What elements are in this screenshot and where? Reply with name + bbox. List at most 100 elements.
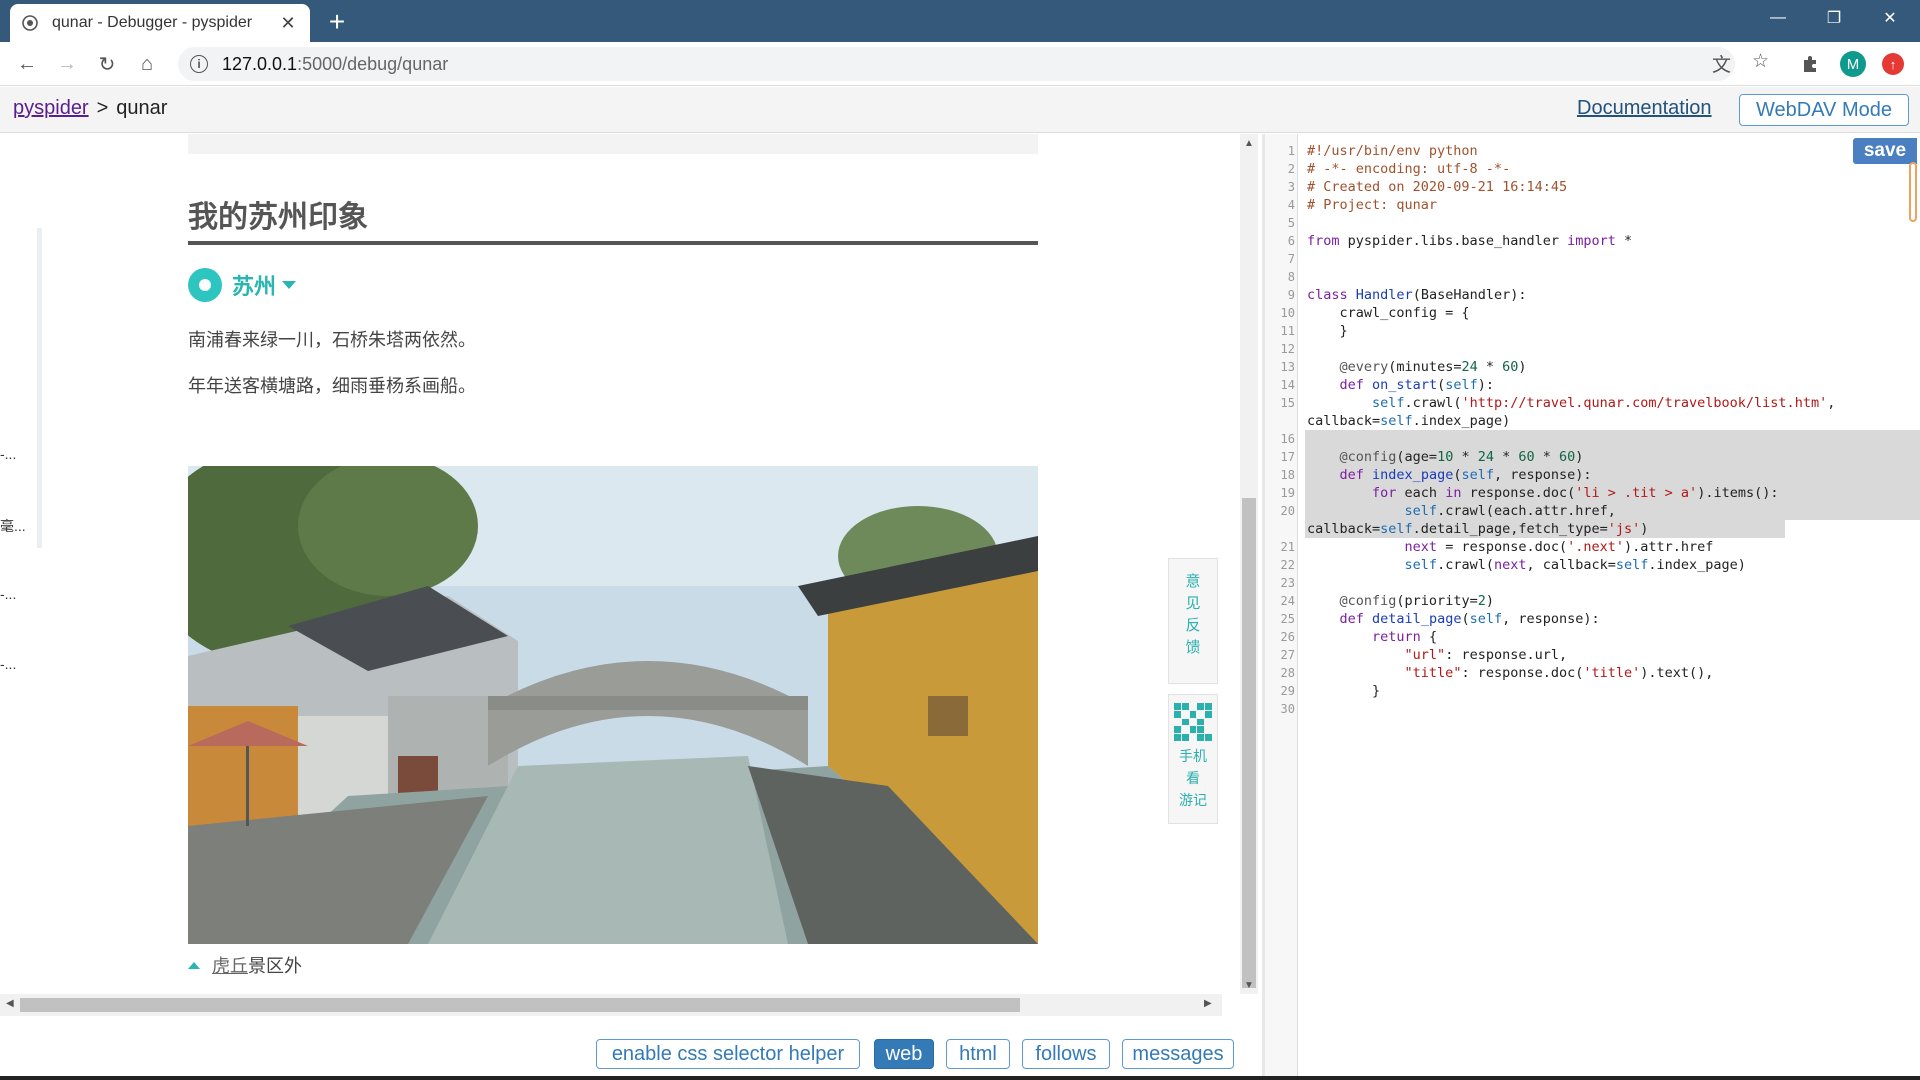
translate-icon[interactable]: 文	[1712, 50, 1731, 77]
update-icon[interactable]: ↑	[1882, 53, 1904, 75]
code-line: 11 }	[1265, 322, 1920, 340]
caret-down-icon	[282, 281, 297, 289]
code-editor[interactable]: 1 #!/usr/bin/env python 2 # -*- encoding: u…	[1265, 134, 1920, 1076]
window-bottom-edge	[0, 1076, 1920, 1080]
scroll-up-icon[interactable]: ▲	[1240, 138, 1258, 149]
browser-tab[interactable]: qunar - Debugger - pyspider ✕	[10, 4, 310, 42]
webdav-mode-button[interactable]: WebDAV Mode	[1739, 94, 1909, 126]
code-line: 15 self.crawl('http://travel.qunar.com/t…	[1265, 394, 1920, 412]
code-line: 25 def detail_page(self, response):	[1265, 610, 1920, 628]
css-selector-helper-button[interactable]: enable css selector helper	[596, 1039, 860, 1069]
line-number: 13	[1280, 360, 1295, 374]
line-number: 4	[1287, 198, 1295, 212]
scroll-left-icon[interactable]: ◀	[6, 998, 14, 1009]
scroll-right-icon[interactable]: ▶	[1204, 998, 1212, 1009]
profile-avatar[interactable]: M	[1840, 51, 1866, 77]
line-number: 26	[1280, 630, 1295, 644]
location-tag[interactable]: 苏州	[188, 268, 297, 302]
tab-follows[interactable]: follows	[1022, 1039, 1110, 1069]
close-window-icon[interactable]: ✕	[1862, 0, 1918, 36]
preview-button-bar: enable css selector helper web html foll…	[0, 1016, 1262, 1076]
url-bar[interactable]: i 127.0.0.1:5000/debug/qunar	[178, 47, 1735, 81]
code-line: 1 #!/usr/bin/env python	[1265, 142, 1920, 160]
photo-caption: 虎丘 景区外	[188, 952, 302, 978]
scrollbar-thumb[interactable]	[1242, 498, 1256, 988]
tab-html[interactable]: html	[946, 1039, 1010, 1069]
forward-icon[interactable]: →	[52, 49, 82, 79]
code-line: 13 @every(minutes=24 * 60)	[1265, 358, 1920, 376]
code-line: 8	[1265, 268, 1920, 286]
feedback-char: 意	[1185, 573, 1201, 590]
line-number: 22	[1280, 558, 1295, 572]
line-number: 3	[1287, 180, 1295, 194]
code-line: 18 def index_page(self, response):	[1265, 466, 1920, 484]
scroll-down-icon[interactable]: ▼	[1240, 980, 1258, 991]
code-line: 21 next = response.doc('.next').attr.hre…	[1265, 538, 1920, 556]
feedback-char: 反	[1185, 617, 1201, 634]
line-number: 18	[1280, 468, 1295, 482]
line-number: 17	[1280, 450, 1295, 464]
site-info-icon[interactable]: i	[190, 55, 208, 73]
code-text: # -*- encoding: utf-8 -*-	[1307, 161, 1511, 177]
scrollbar-thumb[interactable]	[20, 998, 1020, 1012]
code-line: 9 class Handler(BaseHandler):	[1265, 286, 1920, 304]
code-text: # Project: qunar	[1307, 197, 1438, 213]
feedback-side-button[interactable]: 意 见 反 馈	[1168, 558, 1218, 684]
tab-title: qunar - Debugger - pyspider	[52, 14, 253, 31]
address-toolbar: ← → ↻ ⌂ i 127.0.0.1:5000/debug/qunar 文 ☆	[0, 42, 1920, 86]
code-line: 10 crawl_config = {	[1265, 304, 1920, 322]
pyspider-favicon-icon	[22, 15, 38, 31]
code-line: 27 "url": response.url,	[1265, 646, 1920, 664]
line-number: 2	[1287, 162, 1295, 176]
line-number: 25	[1280, 612, 1295, 626]
tab-web[interactable]: web	[874, 1039, 934, 1069]
breadcrumb-pyspider-link[interactable]: pyspider	[13, 97, 89, 119]
mobile-label: 看	[1186, 770, 1200, 786]
mobile-label: 游记	[1179, 792, 1207, 808]
line-number: 9	[1287, 288, 1295, 302]
line-number: 12	[1280, 342, 1295, 356]
city-name: 苏州	[232, 274, 277, 299]
editor-scroll-indicator[interactable]	[1909, 162, 1917, 222]
line-number: 5	[1287, 216, 1295, 230]
back-icon[interactable]: ←	[12, 49, 42, 79]
preview-vertical-scrollbar[interactable]: ▲ ▼	[1240, 134, 1258, 994]
bookmark-star-icon[interactable]: ☆	[1752, 50, 1769, 73]
mobile-view-side-button[interactable]: 手机 看 游记	[1168, 694, 1218, 824]
line-number: 24	[1280, 594, 1295, 608]
close-tab-icon[interactable]: ✕	[278, 13, 298, 34]
line-number: 6	[1287, 234, 1295, 248]
breadcrumb-separator: >	[96, 97, 109, 119]
line-number: 20	[1280, 504, 1295, 518]
breadcrumb-project: qunar	[116, 97, 168, 119]
tab-messages[interactable]: messages	[1122, 1039, 1234, 1069]
code-text: }	[1307, 323, 1348, 339]
restore-icon[interactable]: ❐	[1806, 0, 1862, 36]
mobile-label: 手机	[1179, 748, 1207, 764]
reload-icon[interactable]: ↻	[92, 49, 122, 79]
minimize-icon[interactable]: —	[1750, 0, 1806, 36]
code-text: for each in response.doc('li > .tit > a'…	[1372, 485, 1779, 501]
preview-horizontal-scrollbar[interactable]: ◀ ▶	[0, 994, 1222, 1016]
code-line: 19 for each in response.doc('li > .tit >…	[1265, 484, 1920, 502]
documentation-link[interactable]: Documentation	[1577, 97, 1712, 120]
code-line: 17 @config(age=10 * 24 * 60 * 60)	[1265, 448, 1920, 466]
code-text: class Handler(BaseHandler):	[1307, 287, 1527, 303]
code-line: 3 # Created on 2020-09-21 16:14:45	[1265, 178, 1920, 196]
code-lines: 1 #!/usr/bin/env python 2 # -*- encoding: u…	[1265, 142, 1920, 718]
truncated-text: -...	[0, 446, 17, 462]
code-text: def on_start(self):	[1339, 377, 1494, 393]
code-text: # Created on 2020-09-21 16:14:45	[1307, 179, 1568, 195]
code-text: from pyspider.libs.base_handler import *	[1307, 233, 1633, 249]
caption-link[interactable]: 虎丘	[212, 952, 248, 978]
code-text: self.crawl('http://travel.qunar.com/trav…	[1372, 395, 1836, 411]
home-icon[interactable]: ⌂	[132, 49, 162, 79]
code-line: 22 self.crawl(next, callback=self.index_…	[1265, 556, 1920, 574]
save-button[interactable]: save	[1853, 138, 1917, 164]
canal-bridge-photo	[188, 466, 1038, 944]
new-tab-icon[interactable]: +	[322, 6, 352, 38]
code-line: callback=self.index_page)	[1265, 412, 1920, 430]
extensions-puzzle-icon[interactable]	[1797, 51, 1823, 77]
code-text: "url": response.url,	[1404, 647, 1568, 663]
line-number: 28	[1280, 666, 1295, 680]
